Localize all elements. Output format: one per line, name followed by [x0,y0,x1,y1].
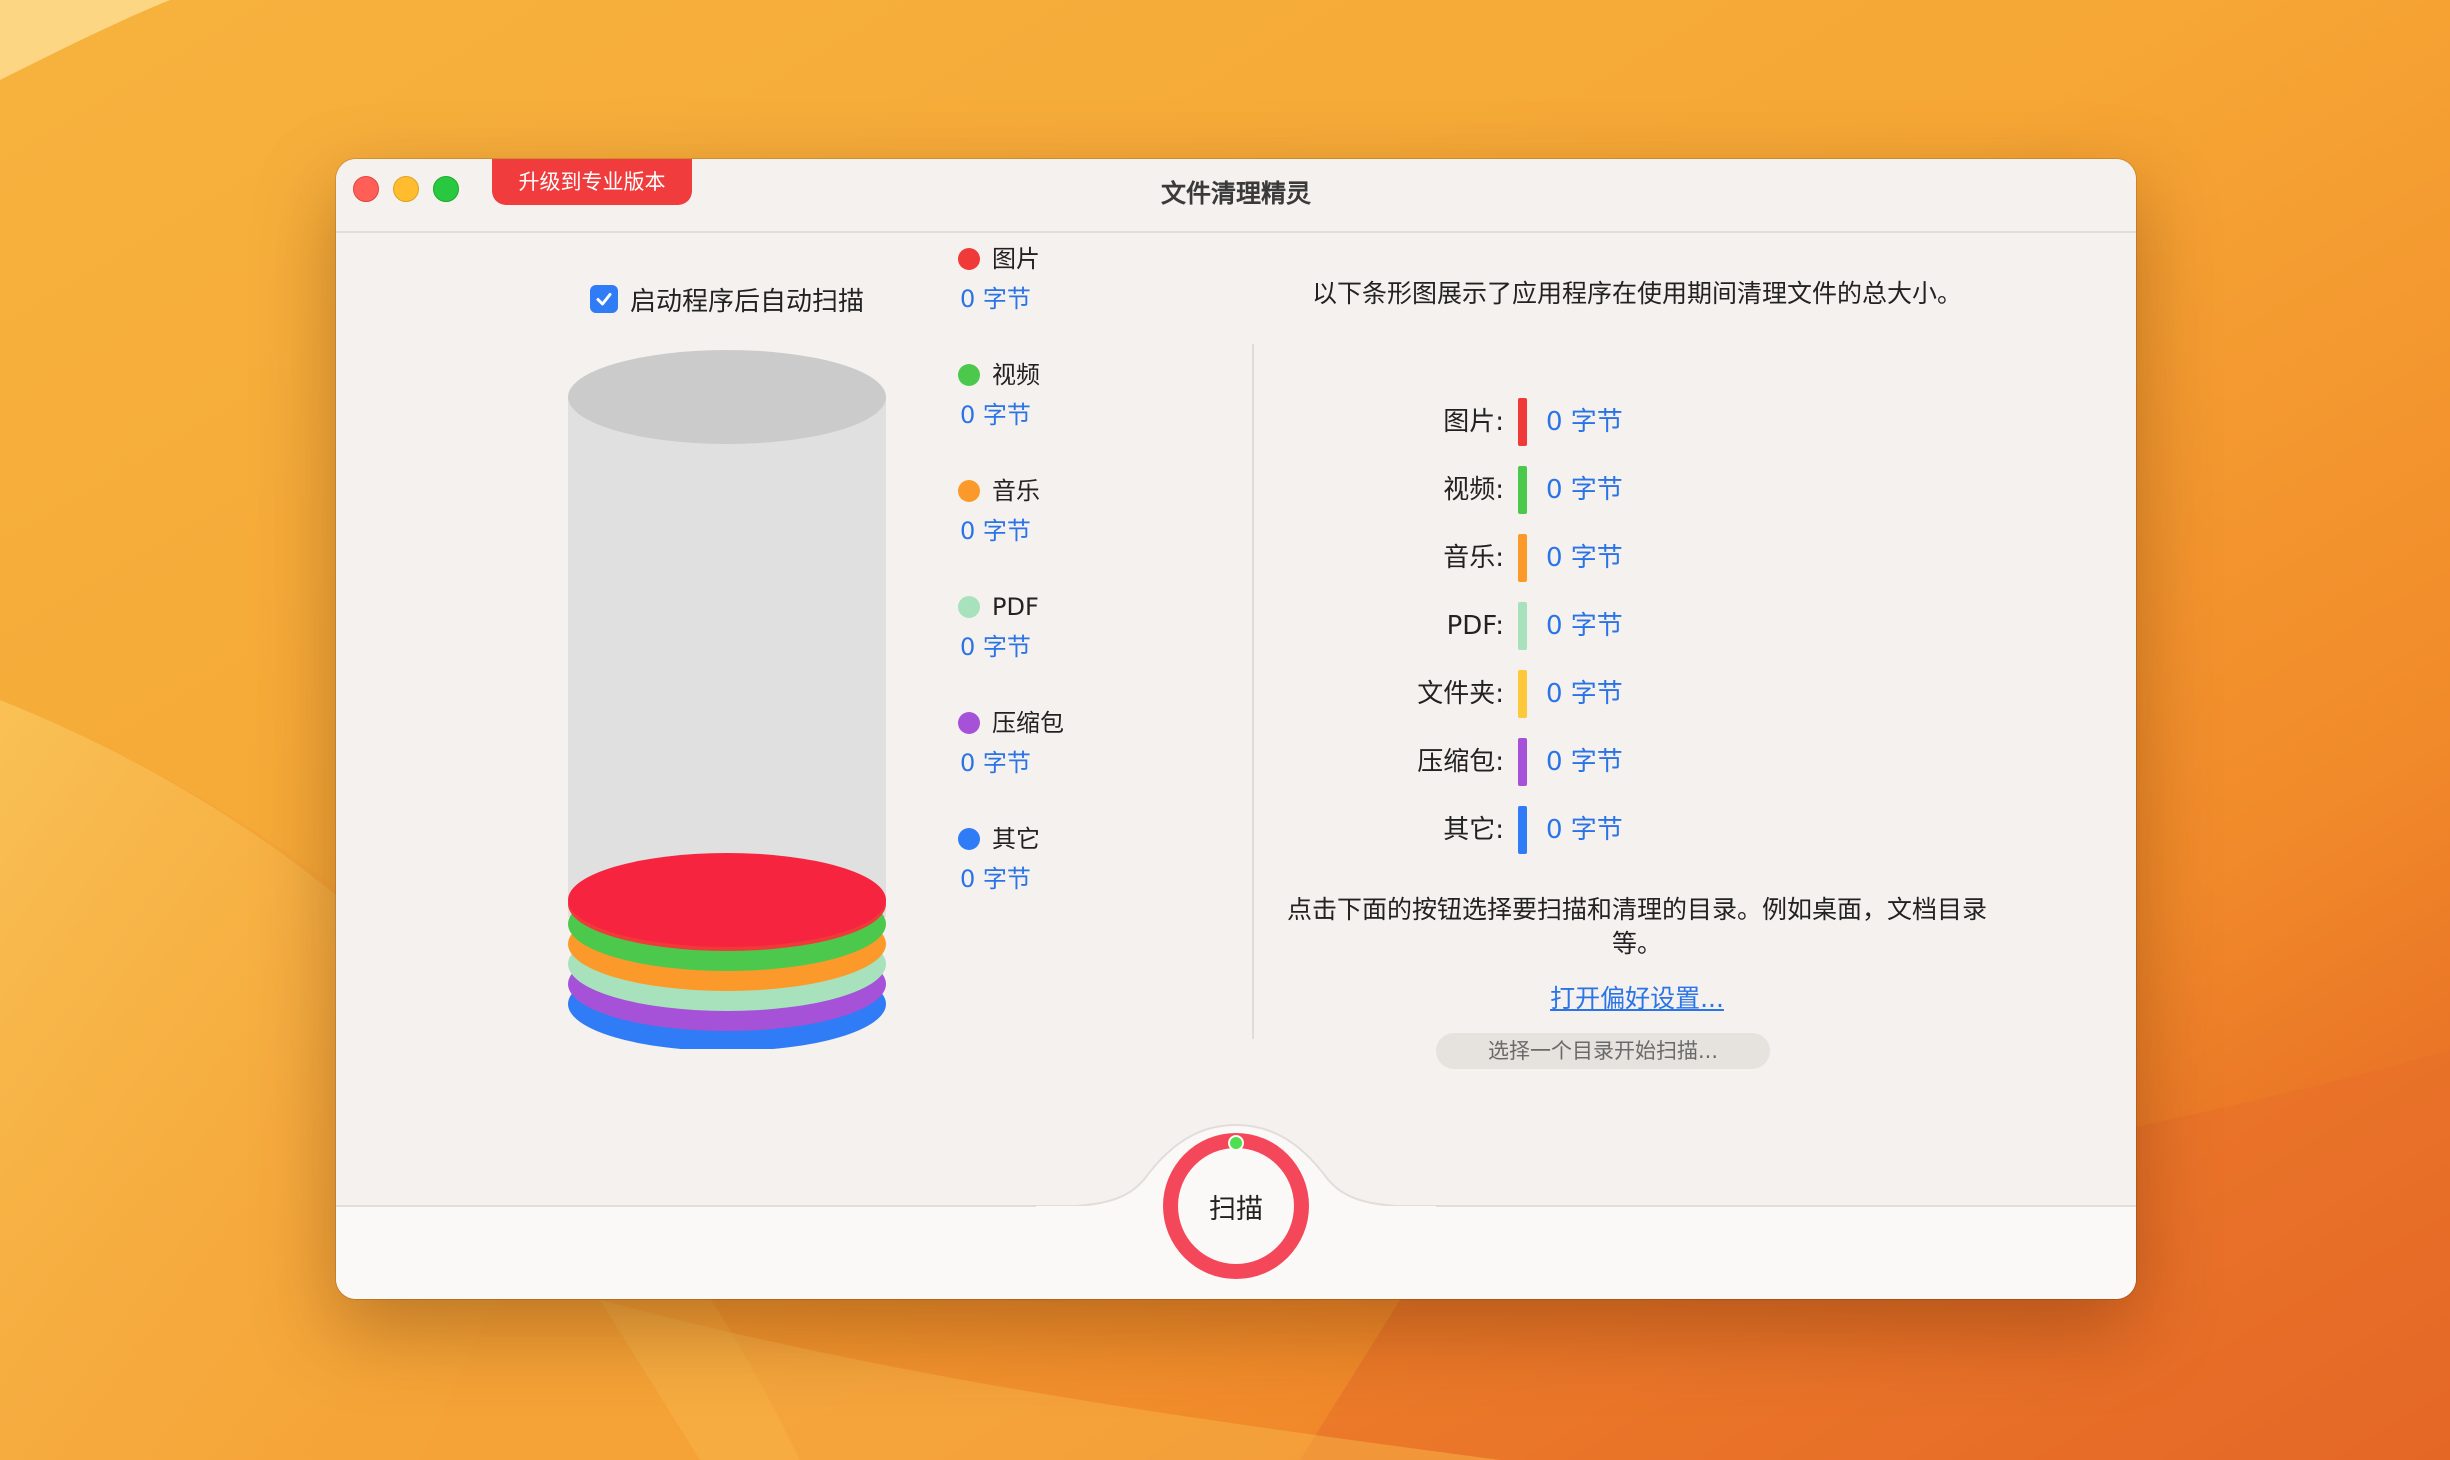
legend-dot-images [958,248,980,270]
stat-bar-archives [1518,738,1527,786]
checkmark-icon [596,293,612,306]
stat-row-images: 图片: 0 字节 [1282,397,1882,447]
cylinder-disc-top [568,853,886,947]
cylinder-body [568,397,886,917]
stat-label: 视频: [1443,475,1504,505]
legend-value: 0 字节 [960,401,1031,429]
stat-value: 0 字节 [1546,679,1623,709]
scan-button[interactable]: 扫描 [1163,1133,1309,1279]
open-preferences-link[interactable]: 打开偏好设置... [1282,981,1992,1017]
stat-label: 压缩包: [1417,747,1504,777]
legend-name: 视频 [992,361,1040,389]
legend-dot-archives [958,712,980,734]
upgrade-pro-button[interactable]: 升级到专业版本 [492,159,692,205]
stat-bar-music [1518,534,1527,582]
legend-value: 0 字节 [960,749,1031,777]
autoscan-checkbox[interactable] [590,285,618,313]
stat-row-music: 音乐: 0 字节 [1282,533,1882,583]
legend-dot-other [958,828,980,850]
stat-label: 其它: [1443,815,1504,845]
legend-name: 图片 [992,245,1040,273]
storage-cylinder [568,350,886,1049]
legend-value: 0 字节 [960,517,1031,545]
cylinder-disc-stack [568,853,886,1049]
autoscan-option[interactable]: 启动程序后自动扫描 [590,279,864,319]
close-window-button[interactable] [353,176,379,202]
legend-item-images: 图片 0 字节 [958,237,1158,327]
scan-progress-indicator [1228,1135,1244,1151]
panel-divider [1252,344,1254,1039]
autoscan-label: 启动程序后自动扫描 [630,286,865,317]
stat-value: 0 字节 [1546,543,1623,573]
legend-item-other: 其它 0 字节 [958,817,1158,907]
titlebar: 文件清理精灵 升级到专业版本 [336,159,2136,233]
app-window: 文件清理精灵 升级到专业版本 启动程序后自动扫描 图片 0 字节 视频 0 字节 [336,159,2136,1299]
legend-dot-videos [958,364,980,386]
stat-label: 图片: [1443,407,1504,437]
stat-value: 0 字节 [1546,747,1623,777]
stat-value: 0 字节 [1546,611,1623,641]
stat-label: PDF: [1446,611,1504,641]
stat-value: 0 字节 [1546,475,1623,505]
stat-row-other: 其它: 0 字节 [1282,805,1882,855]
stat-bar-images [1518,398,1527,446]
stat-label: 文件夹: [1417,679,1504,709]
choose-directory-button[interactable]: 选择一个目录开始扫描... [1436,1033,1770,1069]
legend-name: 压缩包 [992,709,1064,737]
legend-item-pdf: PDF 0 字节 [958,585,1158,675]
legend-name: 其它 [992,825,1040,853]
scan-button-label: 扫描 [1178,1148,1294,1264]
stat-bar-videos [1518,466,1527,514]
stat-label: 音乐: [1443,543,1504,573]
legend-item-music: 音乐 0 字节 [958,469,1158,559]
stat-value: 0 字节 [1546,815,1623,845]
stat-row-pdf: PDF: 0 字节 [1282,601,1882,651]
stats-description: 以下条形图展示了应用程序在使用期间清理文件的总大小。 [1311,279,1962,308]
stat-bar-other [1518,806,1527,854]
stat-row-folders: 文件夹: 0 字节 [1282,669,1882,719]
scan-hint: 点击下面的按钮选择要扫描和清理的目录。例如桌面，文档目录等。 [1286,895,1987,958]
legend-value: 0 字节 [960,285,1031,313]
legend-dot-pdf [958,596,980,618]
stat-bar-folders [1518,670,1527,718]
zoom-window-button[interactable] [433,176,459,202]
legend-item-archives: 压缩包 0 字节 [958,701,1158,791]
legend-value: 0 字节 [960,865,1031,893]
legend-name: PDF [992,593,1039,621]
minimize-window-button[interactable] [393,176,419,202]
legend-name: 音乐 [992,477,1040,505]
stat-bar-pdf [1518,602,1527,650]
stat-value: 0 字节 [1546,407,1623,437]
legend-value: 0 字节 [960,633,1031,661]
stat-row-videos: 视频: 0 字节 [1282,465,1882,515]
legend-dot-music [958,480,980,502]
cylinder-top [568,350,886,444]
stat-row-archives: 压缩包: 0 字节 [1282,737,1882,787]
legend-item-videos: 视频 0 字节 [958,353,1158,443]
